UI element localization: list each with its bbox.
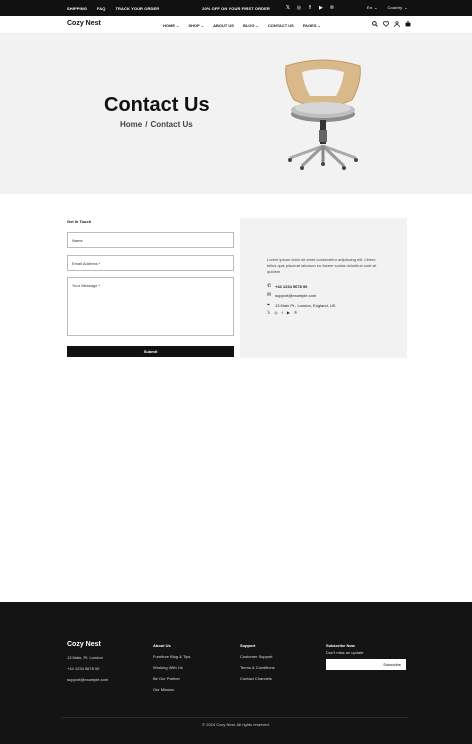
chevron-down-icon: ⌄ [404,5,408,10]
name-field[interactable]: Name [67,232,234,248]
hero-banner: Contact Us Home / Contact Us [0,34,472,194]
footer-link[interactable]: Terms & Conditions [240,665,275,670]
search-icon[interactable] [372,21,378,29]
header-icons [372,21,411,29]
copyright-text: © 2024 Cozy Nest. All rights reserved. [202,722,270,727]
breadcrumb-current: Contact Us [150,120,193,129]
footer-support-heading: Support [240,643,256,648]
submit-button[interactable]: Submit [67,346,234,357]
footer-link[interactable]: Working With Us [153,665,190,670]
locale-selectors: En ⌄ Country ⌄ [367,5,408,10]
instagram-icon[interactable]: ◎ [296,4,302,12]
x-icon[interactable]: 𝕏 [267,310,270,315]
breadcrumb-home[interactable]: Home [120,120,142,129]
youtube-icon[interactable]: ▶ [318,4,324,12]
youtube-icon[interactable]: ▶ [287,310,290,315]
map-pin-icon: ⌖ [267,302,270,308]
email-placeholder: Email Address * [72,261,101,266]
info-address-text: 13 Main Pt., London, England, UK [275,302,336,308]
footer-support-column: Support Customer Support Terms & Conditi… [240,643,275,687]
nav-blog[interactable]: BLOG ⌄ [243,23,259,28]
nav-pages[interactable]: PAGES ⌄ [303,23,321,28]
footer-link[interactable]: Furniture Blog & Tips [153,654,190,659]
nav-home-label: HOME [163,23,175,28]
info-phone: ✆ +44 1234 5678 90 [267,283,307,289]
nav-contact[interactable]: CONTACT US [268,23,294,28]
pinterest-icon[interactable]: ℗ [329,4,335,12]
chevron-down-icon: ⌄ [200,23,205,28]
nav-pages-label: PAGES [302,23,317,28]
main-nav: HOME ⌄ SHOP ⌄ ABOUT US BLOG ⌄ CONTACT US PA… [163,23,321,28]
info-description: Lorem ipsum dolor sit amet consectetur a… [267,257,377,274]
form-title: Get In Touch [67,219,92,224]
breadcrumb-separator: / [145,120,148,129]
footer-logo[interactable]: Cozy Nest [67,641,101,648]
country-select[interactable]: Country ⌄ [388,5,408,10]
user-icon[interactable] [394,21,400,29]
facebook-icon[interactable]: f [282,310,283,315]
info-email-text[interactable]: support@example.com [275,293,316,298]
name-placeholder: Name [72,238,83,243]
top-bar: SHIPPING FAQ TRACK YOUR ORDER 20% OFF ON… [0,0,472,16]
nav-about[interactable]: ABOUT US [213,23,234,28]
footer-link[interactable]: Contact Channels [240,676,275,681]
contact-info-box: Lorem ipsum dolor sit amet consectetur a… [240,218,407,358]
footer-about-heading: About Us [153,643,171,648]
page-title: Contact Us [104,94,210,116]
subscribe-email-input[interactable]: Subscribe [326,659,406,670]
footer: Cozy Nest 13 Main, Pt. London +44 1234 5… [0,602,472,744]
phone-icon: ✆ [267,283,272,289]
breadcrumb: Home / Contact Us [120,120,193,129]
chevron-down-icon: ⌄ [317,23,321,28]
pinterest-icon[interactable]: ℗ [294,310,297,315]
contact-form: Get In Touch Name Email Address * Your M… [67,216,234,357]
nav-shop[interactable]: SHOP ⌄ [188,23,204,28]
instagram-icon[interactable]: ◎ [274,310,278,315]
footer-divider [62,717,408,718]
nav-blog-label: BLOG [242,23,255,28]
facebook-icon[interactable]: f [307,4,313,12]
footer-email[interactable]: support@example.com [67,677,108,682]
footer-link[interactable]: Our Mission [153,687,190,692]
chevron-down-icon: ⌄ [374,5,378,10]
x-icon[interactable]: 𝕏 [285,4,291,12]
nav-shop-label: SHOP [188,23,200,28]
chevron-down-icon: ⌄ [176,23,180,28]
language-label: En [367,5,373,10]
footer-phone: +44 1234 5678 90 [67,666,100,671]
footer-link[interactable]: Customer Support [240,654,275,659]
footer-contact: 13 Main, Pt. London +44 1234 5678 90 sup… [67,655,108,688]
footer-subscribe-heading: Subscribe Now [326,643,355,648]
cart-icon[interactable] [405,21,411,29]
country-label: Country [387,5,403,10]
email-field[interactable]: Email Address * [67,255,234,271]
nav-home[interactable]: HOME ⌄ [163,23,179,28]
info-social-icons: 𝕏 ◎ f ▶ ℗ [267,310,297,315]
mail-icon: ✉ [267,292,272,298]
footer-link[interactable]: Be Our Partner [153,676,190,681]
info-email: ✉ support@example.com [267,292,316,298]
subscribe-button[interactable]: Subscribe [380,661,404,668]
heart-icon[interactable] [382,21,390,29]
info-address: ⌖ 13 Main Pt., London, England, UK [267,302,335,308]
chevron-down-icon: ⌄ [255,23,259,28]
main-header: Cozy Nest HOME ⌄ SHOP ⌄ ABOUT US BLOG ⌄ CON… [0,16,472,34]
info-phone-text: +44 1234 5678 90 [275,283,308,289]
message-field[interactable]: Your Message * [67,277,234,336]
language-select[interactable]: En ⌄ [367,5,378,10]
logo[interactable]: Cozy Nest [67,20,101,27]
top-social-icons: 𝕏 ◎ f ▶ ℗ [285,4,335,12]
footer-subscribe-text: Don't miss an update [326,650,364,655]
footer-about-column: About Us Furniture Blog & Tips Working W… [153,643,190,698]
footer-address: 13 Main, Pt. London [67,655,103,660]
chair-image [285,59,361,170]
message-placeholder: Your Message * [72,283,101,288]
